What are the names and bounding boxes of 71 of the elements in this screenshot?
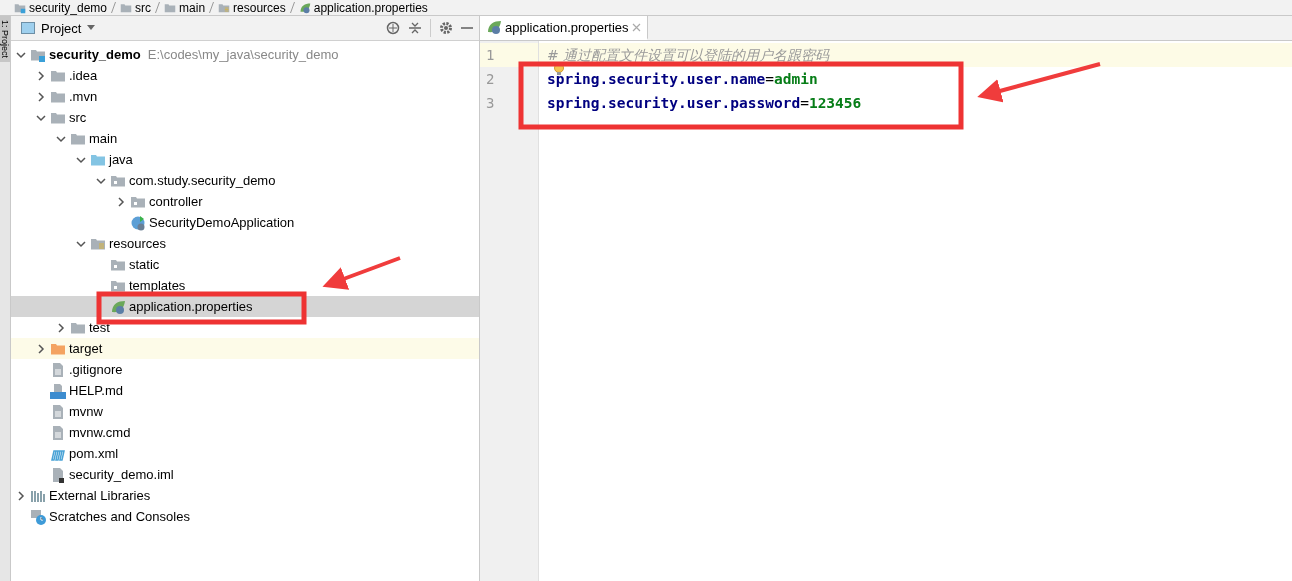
tree-item[interactable]: test <box>11 317 479 338</box>
chevron-icon[interactable] <box>35 69 47 82</box>
tree-item[interactable]: application.properties <box>11 296 479 317</box>
chevron-icon[interactable] <box>55 321 67 334</box>
tree-item[interactable]: External Libraries <box>11 485 479 506</box>
breadcrumb-item[interactable]: main <box>164 0 206 15</box>
scratches-icon <box>30 508 46 525</box>
line-number: 2 <box>485 70 496 89</box>
chevron-icon[interactable] <box>115 195 127 208</box>
tree-item[interactable]: target <box>11 338 479 359</box>
text-file-icon <box>50 424 66 441</box>
project-view-selector[interactable]: Project <box>21 20 96 36</box>
tree-item[interactable]: main <box>11 128 479 149</box>
leaf-icon <box>298 1 311 14</box>
tool-window-tab[interactable]: 1: Project <box>0 16 10 63</box>
property-separator: = <box>765 71 774 87</box>
tree-item[interactable]: com.study.security_demo <box>11 170 479 191</box>
tree-item[interactable]: resources <box>11 233 479 254</box>
class-icon <box>130 214 146 231</box>
resources-folder-icon <box>218 1 231 14</box>
property-value: 123456 <box>808 95 862 111</box>
chevron-icon[interactable] <box>35 342 47 355</box>
tree-item[interactable]: templates <box>11 275 479 296</box>
collapse-all-icon[interactable] <box>408 21 422 35</box>
leaf-icon <box>110 298 126 315</box>
line-number: 3 <box>485 94 496 113</box>
text-file-icon <box>50 403 66 420</box>
caret-icon <box>87 25 96 31</box>
tree-item[interactable]: controller <box>11 191 479 212</box>
folder-icon <box>120 1 133 14</box>
tree-item[interactable]: pom.xml <box>11 443 479 464</box>
breadcrumb-separator-icon <box>209 2 215 13</box>
tree-item[interactable]: mvnw <box>11 401 479 422</box>
chevron-icon[interactable] <box>35 90 47 103</box>
markdown-file-icon <box>50 382 66 399</box>
tree-item[interactable]: java <box>11 149 479 170</box>
breadcrumb-separator-icon <box>111 2 117 13</box>
breadcrumb-separator-icon <box>289 2 295 13</box>
leaf-icon <box>486 19 502 35</box>
property-key: spring.security.user.password <box>547 95 801 111</box>
folder-icon <box>164 1 177 14</box>
crosshair-icon[interactable] <box>386 21 400 35</box>
module-file-icon <box>50 466 66 483</box>
breadcrumb-item[interactable]: src <box>120 0 152 15</box>
breadcrumb-item[interactable]: resources <box>218 0 286 15</box>
tree-item[interactable]: .gitignore <box>11 359 479 380</box>
editor-tab[interactable]: application.properties <box>480 16 648 40</box>
panel-icon <box>21 22 35 34</box>
project-path: E:\codes\my_java\security_demo <box>147 47 339 62</box>
breadcrumb-item[interactable]: application.properties <box>298 0 428 15</box>
tree-item[interactable]: security_demo.iml <box>11 464 479 485</box>
tree-item[interactable]: .idea <box>11 65 479 86</box>
tree-item[interactable]: Scratches and Consoles <box>11 506 479 527</box>
breadcrumb-item[interactable]: security_demo <box>14 0 108 15</box>
property-separator: = <box>800 95 809 111</box>
tree-item[interactable]: .mvn <box>11 86 479 107</box>
tree-item[interactable]: SecurityDemoApplication <box>11 212 479 233</box>
tree-item[interactable]: src <box>11 107 479 128</box>
tree-item[interactable]: HELP.md <box>11 380 479 401</box>
tree-item[interactable]: security_demo E:\codes\my_java\security_demo <box>11 44 479 65</box>
property-value: admin <box>774 71 818 87</box>
chevron-icon[interactable] <box>15 489 27 502</box>
code-comment: # 通过配置文件设置可以登陆的用户名跟密码 <box>547 47 830 63</box>
tree-item[interactable]: static <box>11 254 479 275</box>
tree-item[interactable]: mvnw.cmd <box>11 422 479 443</box>
text-file-icon <box>50 361 66 378</box>
breadcrumb-separator-icon <box>155 2 161 13</box>
settings-icon[interactable] <box>439 21 453 35</box>
property-key: spring.security.user.name <box>547 71 766 87</box>
module-folder-icon <box>14 1 26 14</box>
line-number: 1 <box>480 43 538 67</box>
